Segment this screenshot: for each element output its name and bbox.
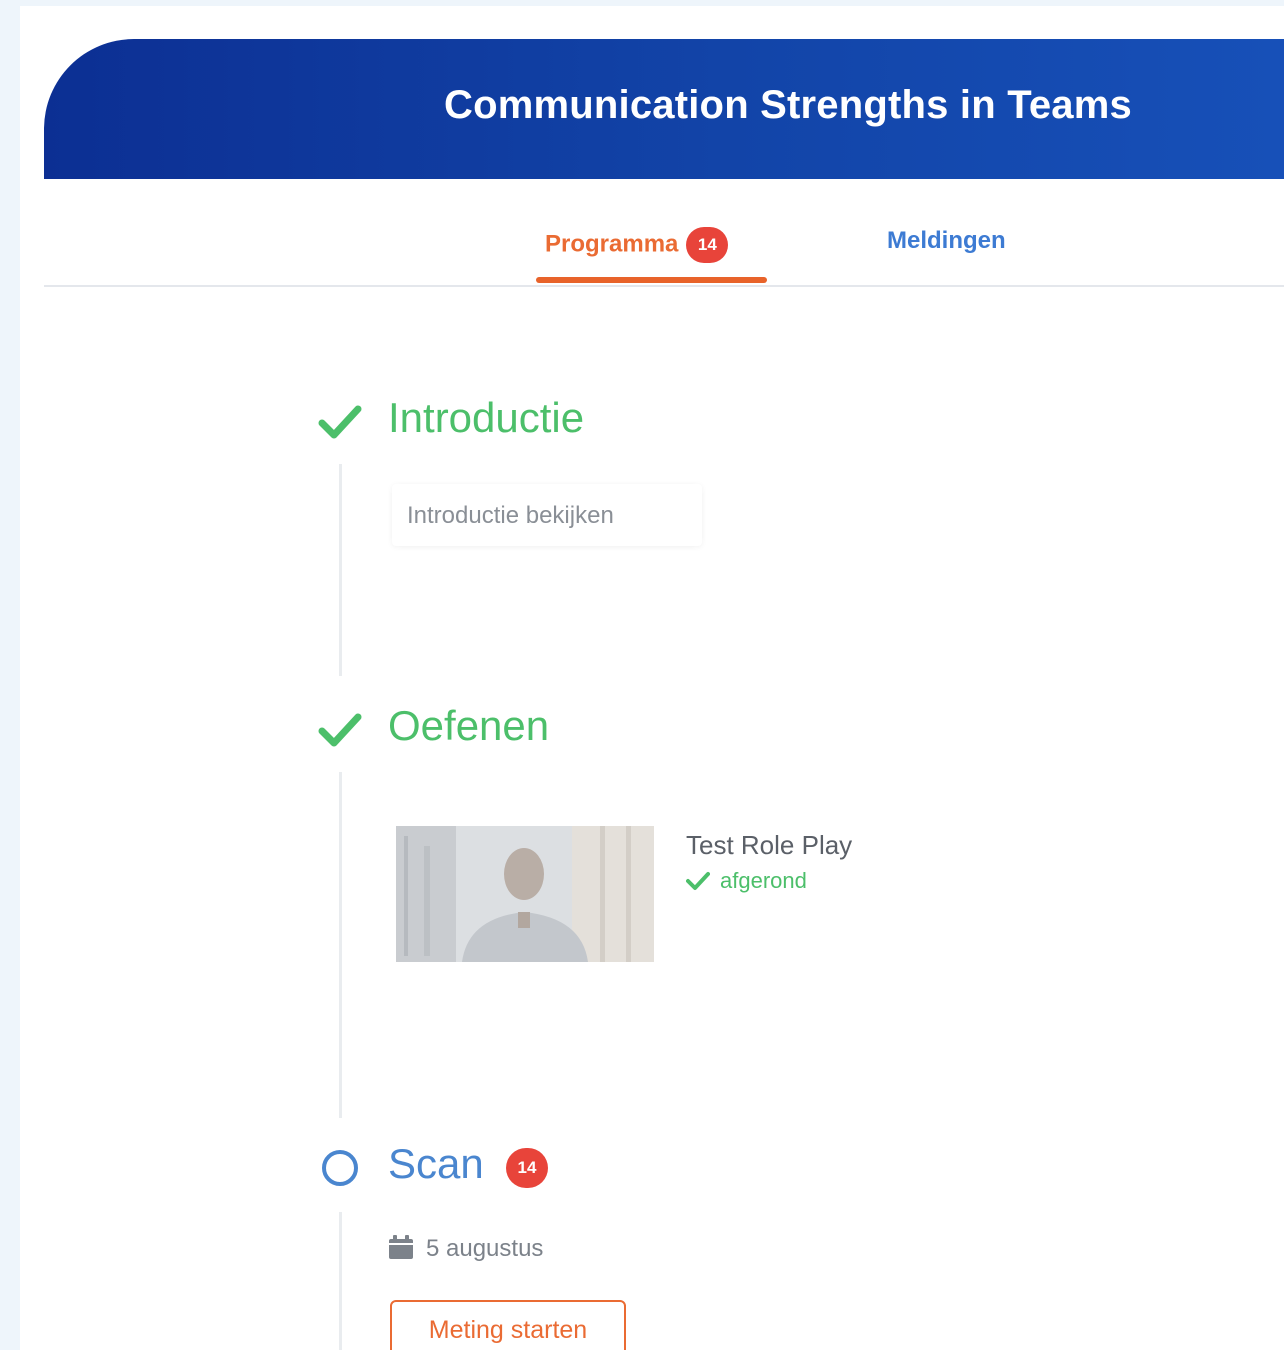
item-introductie-bekijken[interactable]: Introductie bekijken [392, 484, 702, 546]
check-icon [318, 713, 362, 747]
tab-bar: Programma 14 Meldingen [44, 179, 1284, 287]
section-title-scan: Scan [388, 1140, 484, 1187]
timeline-connector [339, 772, 342, 1118]
scan-date: 5 augustus [388, 1234, 543, 1263]
course-title: Communication Strengths in Teams [444, 83, 1132, 127]
tab-meldingen[interactable]: Meldingen [887, 227, 1006, 255]
program-page: Communication Strengths in Teams Program… [20, 6, 1284, 1350]
tab-programma-label: Programma [545, 230, 679, 258]
check-icon [318, 405, 362, 439]
timeline-connector [339, 464, 342, 676]
notification-badge: 14 [506, 1148, 548, 1188]
notification-badge: 14 [686, 227, 729, 263]
role-play-status: afgerond [686, 868, 807, 894]
section-title-introductie: Introductie [388, 394, 585, 441]
course-header: Communication Strengths in Teams [44, 39, 1284, 179]
video-thumbnail[interactable] [396, 826, 654, 962]
start-measurement-button[interactable]: Meting starten [390, 1300, 626, 1350]
item-label: Introductie bekijken [407, 502, 614, 529]
tab-meldingen-label: Meldingen [887, 227, 1006, 254]
section-title-oefenen: Oefenen [388, 702, 550, 749]
status-label: afgerond [720, 868, 807, 893]
calendar-icon [389, 1235, 413, 1259]
role-play-video-image [396, 826, 654, 962]
active-tab-indicator [536, 277, 767, 283]
check-icon [686, 872, 710, 890]
scan-date-label: 5 augustus [426, 1235, 544, 1262]
tab-programma[interactable]: Programma 14 [545, 227, 729, 263]
timeline-connector [339, 1212, 342, 1350]
role-play-title[interactable]: Test Role Play [686, 830, 852, 861]
circle-outline-icon [322, 1150, 358, 1186]
